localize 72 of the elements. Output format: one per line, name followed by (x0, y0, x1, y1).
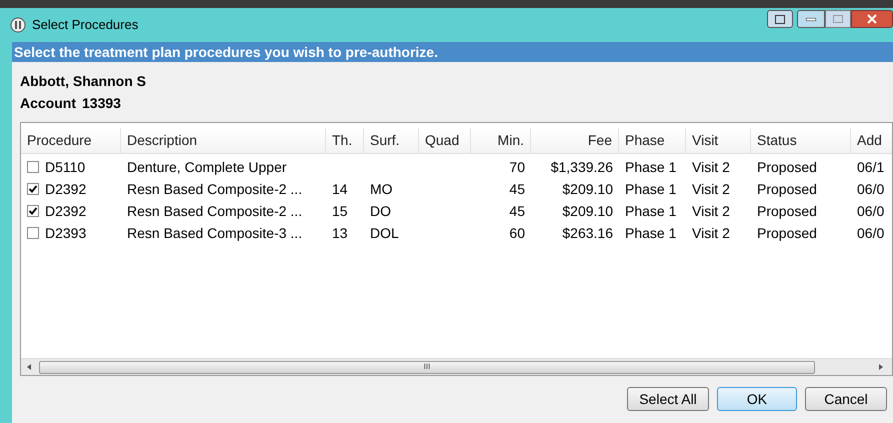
table-cell-text: 45 (509, 202, 525, 220)
column-header[interactable]: Status (757, 130, 797, 151)
table-cell-text: $209.10 (562, 180, 613, 198)
scrollbar-thumb[interactable]: III (39, 360, 815, 374)
table-cell-text: Proposed (757, 224, 817, 243)
procedure-code: D2392 (45, 180, 86, 198)
table-cell-text: Phase 1 (625, 202, 676, 220)
table-cell-text: Resn Based Composite-3 ... (127, 224, 302, 243)
table-cell-text: DOL (370, 224, 399, 242)
table-cell-text: 45 (509, 180, 525, 198)
close-button[interactable] (851, 10, 893, 28)
account-label: Account (20, 94, 76, 112)
table-cell-text: Proposed (757, 158, 817, 177)
horizontal-scrollbar[interactable]: III (21, 358, 892, 375)
checkbox[interactable] (27, 183, 39, 195)
table-cell-text: Resn Based Composite-2 ... (127, 180, 302, 199)
table-cell-text: Visit 2 (692, 180, 730, 198)
close-icon (867, 14, 877, 24)
maximize-icon (833, 15, 843, 23)
procedure-code: D2392 (45, 202, 86, 220)
column-header[interactable]: Min. (498, 130, 524, 151)
table-cell-text: DO (370, 202, 391, 220)
table-cell-text: Proposed (757, 180, 817, 199)
column-header[interactable]: Phase (625, 130, 665, 151)
minimize-button[interactable] (797, 10, 825, 28)
table-cell-text: Phase 1 (625, 224, 676, 242)
table-cell-text: 06/0 (857, 180, 884, 198)
account-number: 13393 (82, 94, 121, 112)
checkbox[interactable] (27, 205, 39, 217)
column-header[interactable]: Procedure (27, 130, 92, 151)
table-cell-text: $263.16 (562, 224, 613, 242)
restore-tool-button[interactable] (767, 10, 793, 28)
column-header[interactable]: Quad (425, 130, 460, 151)
column-header[interactable]: Fee (588, 130, 612, 151)
checkbox[interactable] (27, 227, 39, 239)
table-cell-text: Visit 2 (692, 202, 730, 220)
table-cell-text: 06/1 (857, 158, 884, 176)
procedure-code: D5110 (45, 158, 86, 176)
table-cell-text: 13 (332, 224, 348, 242)
window-title: Select Procedures (32, 16, 138, 34)
patient-name: Abbott, Shannon S (20, 72, 147, 90)
table-cell-text: MO (370, 180, 393, 198)
table-cell-text: 60 (509, 224, 525, 242)
table-cell-text: Phase 1 (625, 158, 676, 176)
dialog-button[interactable]: Cancel (805, 387, 887, 411)
table-cell-text: Resn Based Composite-2 ... (127, 202, 302, 221)
table-cell-text: 70 (509, 158, 525, 176)
table-cell-text: 06/0 (857, 224, 884, 242)
column-header[interactable]: Description (127, 130, 198, 151)
table-cell-text: Visit 2 (692, 224, 730, 242)
instruction-banner: Select the treatment plan procedures you wish to pre-authorize. (12, 42, 893, 62)
checkbox[interactable] (27, 161, 39, 173)
column-header[interactable]: Add (857, 130, 882, 151)
column-header[interactable]: Visit (692, 130, 718, 151)
dialog-button[interactable]: OK (717, 387, 797, 411)
grip-marks: III (424, 363, 430, 371)
window-icon (775, 14, 785, 24)
column-header[interactable]: Th. (332, 130, 352, 151)
app-logo-icon (10, 17, 26, 33)
table-cell-text: 14 (332, 180, 348, 198)
table-cell-text: $209.10 (562, 202, 613, 220)
table-cell-text: Denture, Complete Upper (127, 158, 287, 177)
table-cell-text: $1,339.26 (550, 158, 613, 176)
procedure-code: D2393 (45, 224, 86, 242)
table-cell-text: Phase 1 (625, 180, 676, 198)
table-cell-text: 06/0 (857, 202, 884, 220)
table-cell-text: 15 (332, 202, 348, 220)
table-cell-text: Visit 2 (692, 158, 730, 176)
minimize-icon (806, 18, 816, 20)
dialog-button[interactable]: Select All (627, 387, 709, 411)
table-cell-text: Proposed (757, 202, 817, 221)
column-header[interactable]: Surf. (370, 130, 400, 151)
